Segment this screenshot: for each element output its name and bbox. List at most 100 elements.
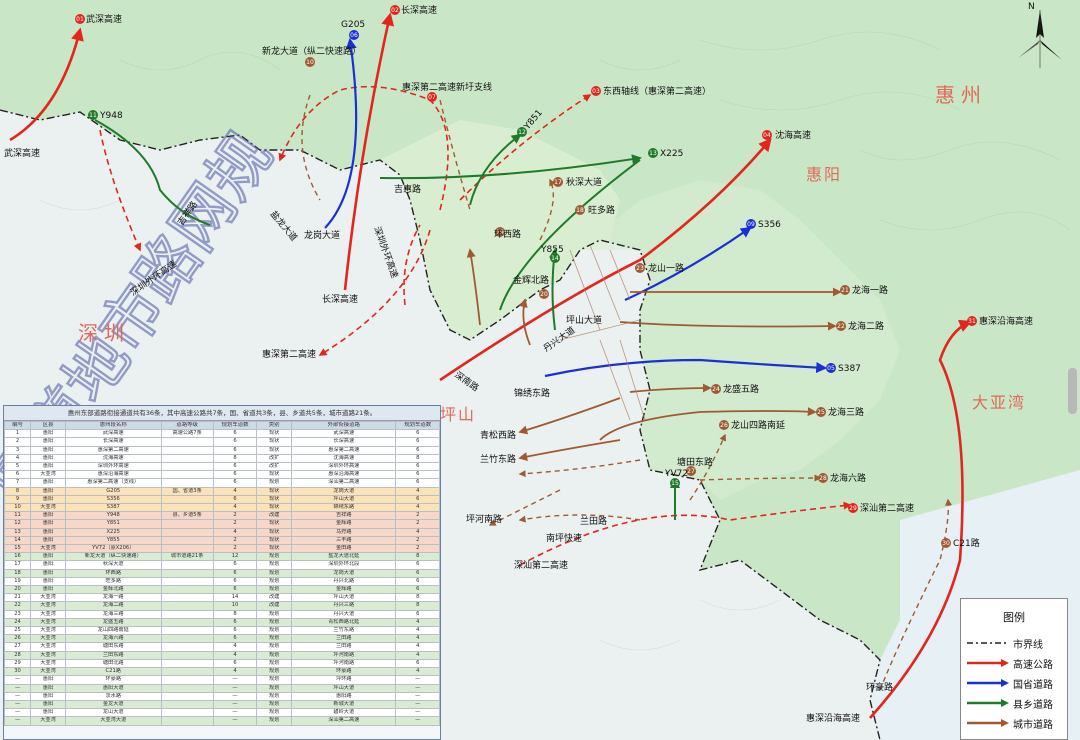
table-cell: 惠深沿海高速	[291, 470, 397, 480]
table-cell: 4	[212, 486, 258, 496]
table-cell: 改建	[256, 593, 293, 603]
table-cell: S356	[64, 494, 162, 505]
table-cell: 8	[395, 593, 440, 603]
table-cell: 坪环路	[291, 675, 397, 685]
table-cell: 21	[4, 593, 32, 603]
table-cell: 8	[212, 453, 258, 464]
table-cell: 环豪路	[64, 675, 162, 685]
table-row: 29 大亚湾 塘田北路 6 规划 坪河南路 6	[4, 658, 440, 669]
table-cell: 2	[212, 544, 258, 554]
table-cell: 规划	[256, 667, 293, 677]
table-cell: 金龙大道	[64, 699, 162, 710]
table-cell: 惠阳	[30, 453, 66, 464]
table-cell: 县、乡道5条	[160, 511, 214, 521]
table-cell: 深汕第二高速	[291, 478, 397, 488]
table-row: 10 大亚湾 S387 4 现状 锦绣东路 4	[4, 503, 440, 513]
table-cell: 6	[212, 429, 258, 439]
table-cell: 塘田东路	[64, 642, 162, 652]
table-cell: 龙海六路	[64, 634, 162, 644]
table-cell: 惠深第二高速	[291, 445, 397, 455]
table-cell: —	[212, 691, 258, 701]
table-cell: 26	[4, 634, 32, 644]
urban-road-arrow-icon	[967, 719, 1009, 727]
table-cell: 6	[395, 445, 440, 455]
table-cell: 4	[212, 667, 258, 677]
table-cell: 现状	[256, 494, 293, 505]
label-wushen-left: 武深高速	[4, 147, 40, 159]
table-cell: 惠阳	[30, 568, 66, 578]
table-cell: 兰田东路	[64, 650, 162, 660]
table-cell	[160, 691, 214, 701]
svg-text:06: 06	[350, 32, 358, 39]
table-cell: 6	[395, 560, 440, 570]
table-cell	[160, 658, 214, 669]
region-label-huizhou: 惠州	[935, 83, 987, 107]
table-cell: 4	[395, 527, 440, 537]
legend-title: 图例	[1003, 611, 1025, 624]
table-cell	[160, 683, 214, 693]
table-cell: —	[4, 699, 32, 710]
table-cell: 惠阳	[30, 486, 66, 496]
table-cell: 惠阳	[30, 576, 66, 587]
table-cell: 规划车道数	[395, 420, 440, 431]
label-longhai1: 龙海一路	[852, 284, 888, 296]
table-cell: 6	[212, 437, 258, 447]
table-cell: 10	[212, 601, 258, 611]
table-cell: 惠阳	[30, 462, 66, 472]
table-cell: 大亚湾	[30, 634, 66, 644]
table-cell: 现状	[256, 437, 293, 447]
table-cell: 金辉路	[291, 585, 397, 595]
table-cell: 大亚湾	[30, 609, 66, 619]
table-cell: 旺多路	[64, 576, 162, 587]
table-cell: —	[4, 675, 32, 685]
table-cell: 现状	[256, 486, 293, 496]
table-cell: 2	[212, 511, 258, 521]
vertical-scrollbar[interactable]	[1068, 368, 1077, 414]
legend-item-expressway: 高速公路	[961, 653, 1067, 673]
table-cell: 三丰路	[291, 535, 397, 546]
table-cell: 大亚湾	[30, 650, 66, 660]
table-cell: 规划车道数	[212, 420, 258, 431]
table-cell: 现状	[256, 503, 293, 513]
table-cell: 高速公路7条	[160, 429, 214, 439]
table-cell: 金辉北路	[64, 585, 162, 595]
table-cell: 惠阳	[30, 675, 66, 685]
table-cell: 规划	[256, 642, 293, 652]
table-cell: —	[395, 708, 440, 718]
table-cell: 长深高速	[291, 437, 397, 447]
table-cell: 4	[395, 667, 440, 677]
svg-text:31: 31	[968, 318, 976, 325]
table-cell: 惠阳	[30, 511, 66, 521]
table-cell: 深圳外环北段	[291, 560, 397, 570]
national-road-arrow-icon	[967, 679, 1009, 687]
table-cell: 现状	[256, 544, 293, 554]
table-cell: —	[4, 683, 32, 693]
table-cell: 长深高速	[64, 437, 162, 447]
table-cell: 规划	[256, 617, 293, 628]
table-cell: 现状	[256, 535, 293, 546]
region-label-pingshan: 坪山	[440, 405, 476, 424]
svg-text:02: 02	[391, 7, 399, 14]
table-cell: 惠阳路	[291, 691, 397, 701]
label-longhai6: 龙海六路	[830, 472, 866, 484]
table-cell: 惠阳	[30, 437, 66, 447]
table-cell: 19	[4, 576, 32, 587]
table-cell: —	[4, 716, 32, 726]
table-cell: 6	[395, 568, 440, 578]
table-cell: 大亚湾	[30, 470, 66, 480]
table-cell: 4	[395, 634, 440, 644]
county-road-arrow-icon	[967, 699, 1009, 707]
table-cell: 9	[4, 494, 32, 505]
table-cell: 现状	[256, 519, 293, 529]
table-cell: 淡水路	[64, 691, 162, 701]
table-cell: 22	[4, 601, 32, 611]
table-cell: 4	[212, 503, 258, 513]
table-cell: 惠州段名称	[64, 420, 162, 431]
svg-text:22: 22	[837, 323, 845, 330]
label-s387: S387	[838, 364, 861, 374]
table-cell: —	[212, 683, 258, 693]
table-cell	[160, 708, 214, 718]
table-cell: 6	[212, 470, 258, 480]
table-cell: 规划	[256, 675, 293, 685]
table-cell: 新龙大道（纵二快速路）	[64, 552, 162, 562]
